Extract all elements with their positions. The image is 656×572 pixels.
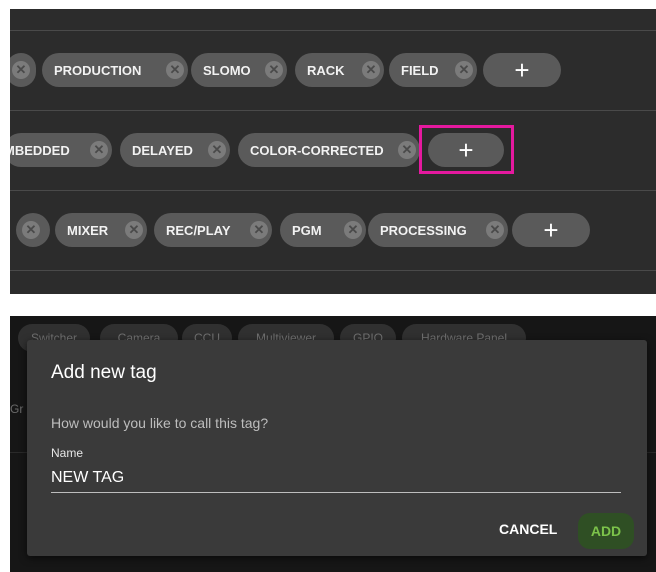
tag-label: PROCESSING: [380, 222, 467, 238]
highlight-box: [419, 125, 514, 174]
remove-tag-icon[interactable]: ✕: [125, 221, 143, 239]
tag-chip[interactable]: FIELD ✕: [389, 53, 477, 87]
tag-chip[interactable]: SLOMO ✕: [191, 53, 287, 87]
tag-chip[interactable]: MBEDDED ✕: [10, 133, 112, 167]
plus-icon: +: [514, 55, 530, 85]
add-tag-dialog: Add new tag How would you like to call t…: [27, 340, 647, 556]
tag-label: MIXER: [67, 222, 109, 238]
tag-chip[interactable]: PRODUCTION ✕: [42, 53, 188, 87]
tag-chip[interactable]: RACK ✕: [295, 53, 384, 87]
dialog-prompt: How would you like to call this tag?: [51, 415, 269, 431]
add-button[interactable]: ADD: [578, 513, 634, 549]
dialog-title: Add new tag: [51, 362, 157, 383]
tag-label: FIELD: [401, 62, 439, 78]
remove-tag-icon[interactable]: ✕: [166, 61, 184, 79]
tag-chip[interactable]: PGM ✕: [280, 213, 366, 247]
tag-label: MBEDDED: [10, 142, 70, 158]
cancel-button[interactable]: CANCEL: [499, 521, 557, 537]
remove-tag-icon[interactable]: ✕: [398, 141, 416, 159]
tag-row-2: MBEDDED ✕ DELAYED ✕ COLOR-CORRECTED ✕ +: [10, 110, 656, 191]
remove-tag-icon[interactable]: ✕: [344, 221, 362, 239]
remove-tag-icon[interactable]: ✕: [208, 141, 226, 159]
tag-label: PRODUCTION: [54, 62, 142, 78]
remove-tag-icon[interactable]: ✕: [362, 61, 380, 79]
tag-chip-partial[interactable]: ✕: [10, 53, 36, 87]
name-input[interactable]: [51, 464, 621, 493]
tag-row-1: ✕ PRODUCTION ✕ SLOMO ✕ RACK ✕ FIELD ✕ +: [10, 30, 656, 111]
add-tag-button[interactable]: +: [512, 213, 590, 247]
name-field-label: Name: [51, 446, 84, 460]
tag-label: RACK: [307, 62, 345, 78]
tag-chip[interactable]: REC/PLAY ✕: [154, 213, 272, 247]
tag-chip[interactable]: PROCESSING ✕: [368, 213, 508, 247]
tag-editor-panel: ✕ PRODUCTION ✕ SLOMO ✕ RACK ✕ FIELD ✕ + …: [10, 9, 656, 294]
tag-label: REC/PLAY: [166, 222, 231, 238]
remove-tag-icon[interactable]: ✕: [12, 61, 30, 79]
add-tag-button[interactable]: +: [483, 53, 561, 87]
remove-tag-icon[interactable]: ✕: [265, 61, 283, 79]
tag-chip[interactable]: DELAYED ✕: [120, 133, 230, 167]
tag-chip-partial[interactable]: ✕: [16, 213, 50, 247]
background-text: Gr: [10, 402, 24, 416]
remove-tag-icon[interactable]: ✕: [22, 221, 40, 239]
tag-chip[interactable]: MIXER ✕: [55, 213, 147, 247]
tag-chip[interactable]: COLOR-CORRECTED ✕: [238, 133, 420, 167]
plus-icon: +: [543, 215, 559, 245]
remove-tag-icon[interactable]: ✕: [486, 221, 504, 239]
tag-label: SLOMO: [203, 62, 251, 78]
remove-tag-icon[interactable]: ✕: [250, 221, 268, 239]
tag-label: DELAYED: [132, 142, 193, 158]
tag-label: COLOR-CORRECTED: [250, 142, 384, 158]
tag-label: PGM: [292, 222, 322, 238]
remove-tag-icon[interactable]: ✕: [455, 61, 473, 79]
tag-row-3: ✕ MIXER ✕ REC/PLAY ✕ PGM ✕ PROCESSING ✕ …: [10, 190, 656, 271]
remove-tag-icon[interactable]: ✕: [90, 141, 108, 159]
